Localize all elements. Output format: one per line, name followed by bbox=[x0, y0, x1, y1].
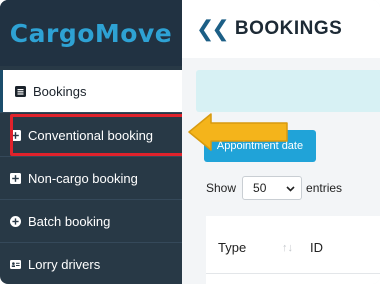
chevron-down-icon bbox=[286, 181, 295, 195]
logo[interactable]: CargoMove bbox=[0, 0, 182, 66]
entries-value: 50 bbox=[253, 181, 267, 195]
pointer-arrow-icon bbox=[187, 112, 291, 157]
info-banner bbox=[196, 70, 380, 112]
plus-square-icon bbox=[10, 172, 21, 184]
logo-text: CargoMove bbox=[9, 18, 173, 48]
sidebar-item-non-cargo-booking[interactable]: Non-cargo booking bbox=[0, 157, 182, 199]
app-frame: CargoMove Bookings Conventional booking … bbox=[0, 0, 380, 284]
double-chevron-left-icon[interactable]: ❮❮ bbox=[196, 16, 230, 42]
page-title: BOOKINGS bbox=[234, 18, 343, 39]
list-icon bbox=[15, 85, 26, 97]
sidebar-item-label: Bookings bbox=[33, 83, 87, 99]
sidebar-item-batch-booking[interactable]: Batch booking bbox=[0, 200, 182, 242]
id-card-icon bbox=[10, 259, 21, 270]
show-label: Show bbox=[206, 181, 237, 195]
column-header-id[interactable]: ID bbox=[310, 240, 323, 255]
highlight-box bbox=[10, 114, 187, 156]
bookings-table: Type ↑↓ ID bbox=[206, 216, 380, 284]
entries-select[interactable]: 50 bbox=[242, 176, 303, 200]
page-header: ❮❮ BOOKINGS bbox=[182, 0, 380, 58]
divider bbox=[0, 112, 182, 113]
sidebar-item-lorry-drivers[interactable]: Lorry drivers bbox=[0, 243, 182, 284]
sidebar-item-label: Batch booking bbox=[28, 213, 111, 229]
header-divider bbox=[206, 273, 380, 274]
sidebar: CargoMove Bookings Conventional booking … bbox=[0, 0, 187, 284]
sidebar-item-label: Non-cargo booking bbox=[28, 170, 138, 186]
sidebar-item-bookings[interactable]: Bookings bbox=[0, 70, 182, 112]
entries-control: Show 50 entries bbox=[206, 176, 342, 200]
column-header-type[interactable]: Type bbox=[218, 240, 246, 255]
sidebar-item-label: Lorry drivers bbox=[28, 256, 101, 272]
entries-label: entries bbox=[306, 181, 343, 195]
plus-circle-icon bbox=[10, 215, 21, 227]
sort-icon[interactable]: ↑↓ bbox=[282, 242, 293, 254]
